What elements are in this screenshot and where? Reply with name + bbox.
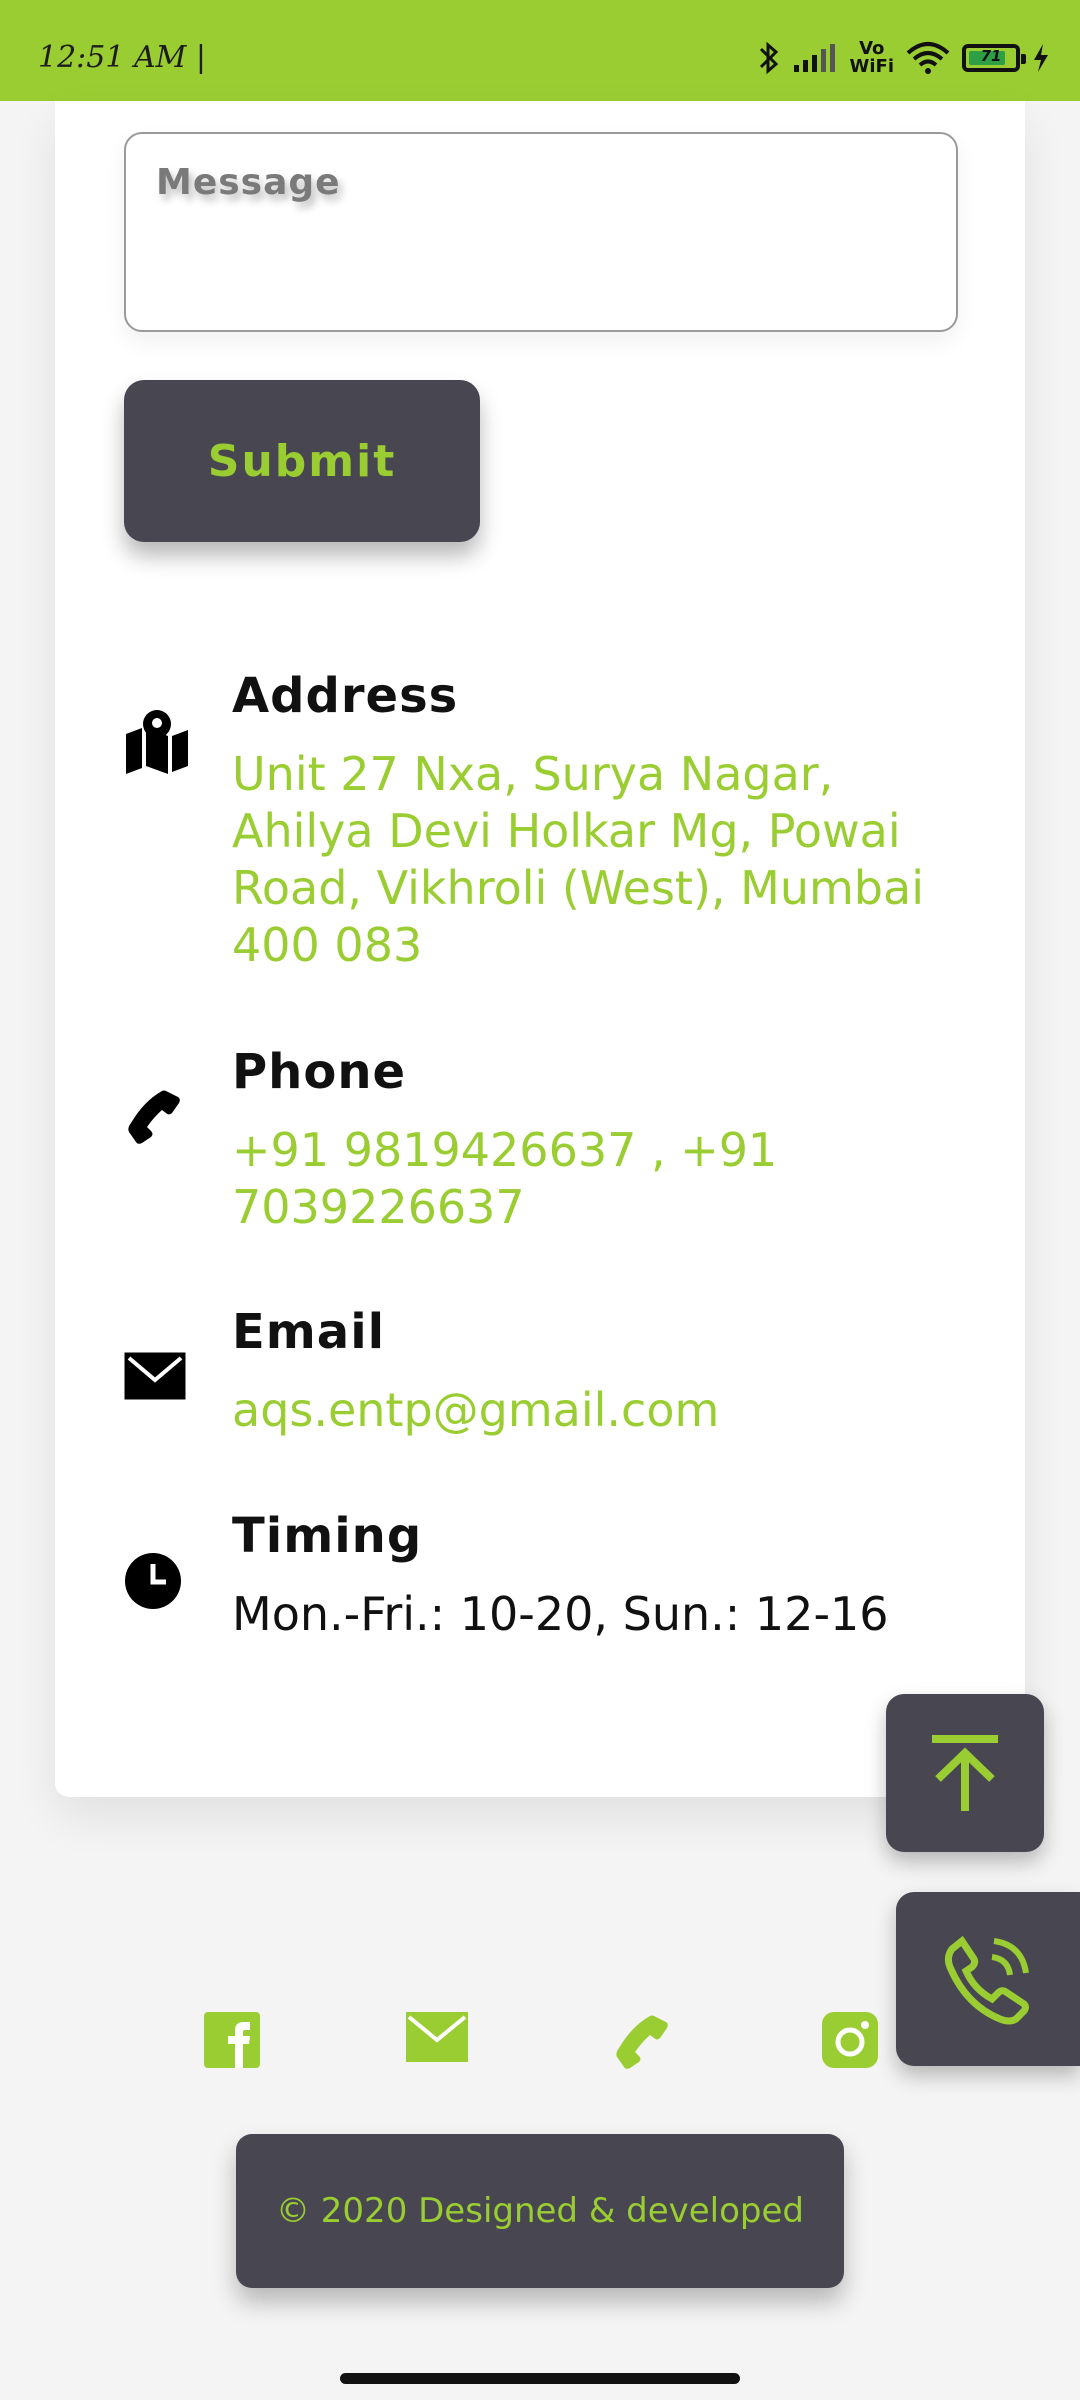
wifi-icon xyxy=(906,42,950,74)
battery-tip xyxy=(1021,54,1026,64)
status-time: 12:51 AM | xyxy=(38,40,207,75)
timing-title: Timing xyxy=(232,1508,423,1564)
timing-text: Mon.-Fri.: 10-20, Sun.: 12-16 xyxy=(232,1587,889,1641)
submit-button[interactable]: Submit xyxy=(124,380,480,542)
map-pin-icon xyxy=(126,710,188,774)
footer: © 2020 Designed & developed xyxy=(236,2134,844,2288)
scroll-to-top-button[interactable] xyxy=(886,1694,1044,1852)
phone-icon xyxy=(128,1090,180,1144)
message-field[interactable] xyxy=(124,132,958,332)
address-title: Address xyxy=(232,668,459,724)
vowifi-label: Vo WiFi xyxy=(850,40,895,76)
clock-icon xyxy=(125,1553,181,1609)
phone-title: Phone xyxy=(232,1044,407,1100)
bluetooth-icon xyxy=(759,41,778,75)
home-indicator[interactable] xyxy=(340,2373,740,2384)
status-icons: Vo WiFi 71 xyxy=(758,40,1051,76)
mail-icon[interactable] xyxy=(406,2012,468,2062)
social-phone-icon[interactable] xyxy=(612,2012,670,2070)
address-text: Unit 27 Nxa, Surya Nagar, Ahilya Devi Ho… xyxy=(232,747,924,972)
facebook-icon[interactable] xyxy=(204,2012,260,2068)
call-button[interactable] xyxy=(896,1892,1080,2066)
phone-text[interactable]: +91 9819426637 , +91 7039226637 xyxy=(232,1122,972,1236)
signal-icon xyxy=(793,44,835,72)
arrow-up-icon xyxy=(932,1735,998,1811)
email-text[interactable]: aqs.entp@gmail.com xyxy=(232,1382,972,1439)
phone-call-icon xyxy=(944,1935,1029,2025)
battery-icon: 71 xyxy=(962,44,1026,72)
status-bar: 12:51 AM | Vo WiFi 71 xyxy=(0,0,1080,101)
envelope-icon xyxy=(124,1352,186,1400)
vowifi-bottom: WiFi xyxy=(849,56,895,77)
charging-icon xyxy=(1034,44,1048,72)
message-input[interactable] xyxy=(126,134,956,330)
battery-level: 71 xyxy=(980,47,1002,65)
email-title: Email xyxy=(232,1304,386,1360)
instagram-icon[interactable] xyxy=(822,2012,878,2068)
footer-text: © 2020 Designed & developed xyxy=(275,2191,805,2231)
